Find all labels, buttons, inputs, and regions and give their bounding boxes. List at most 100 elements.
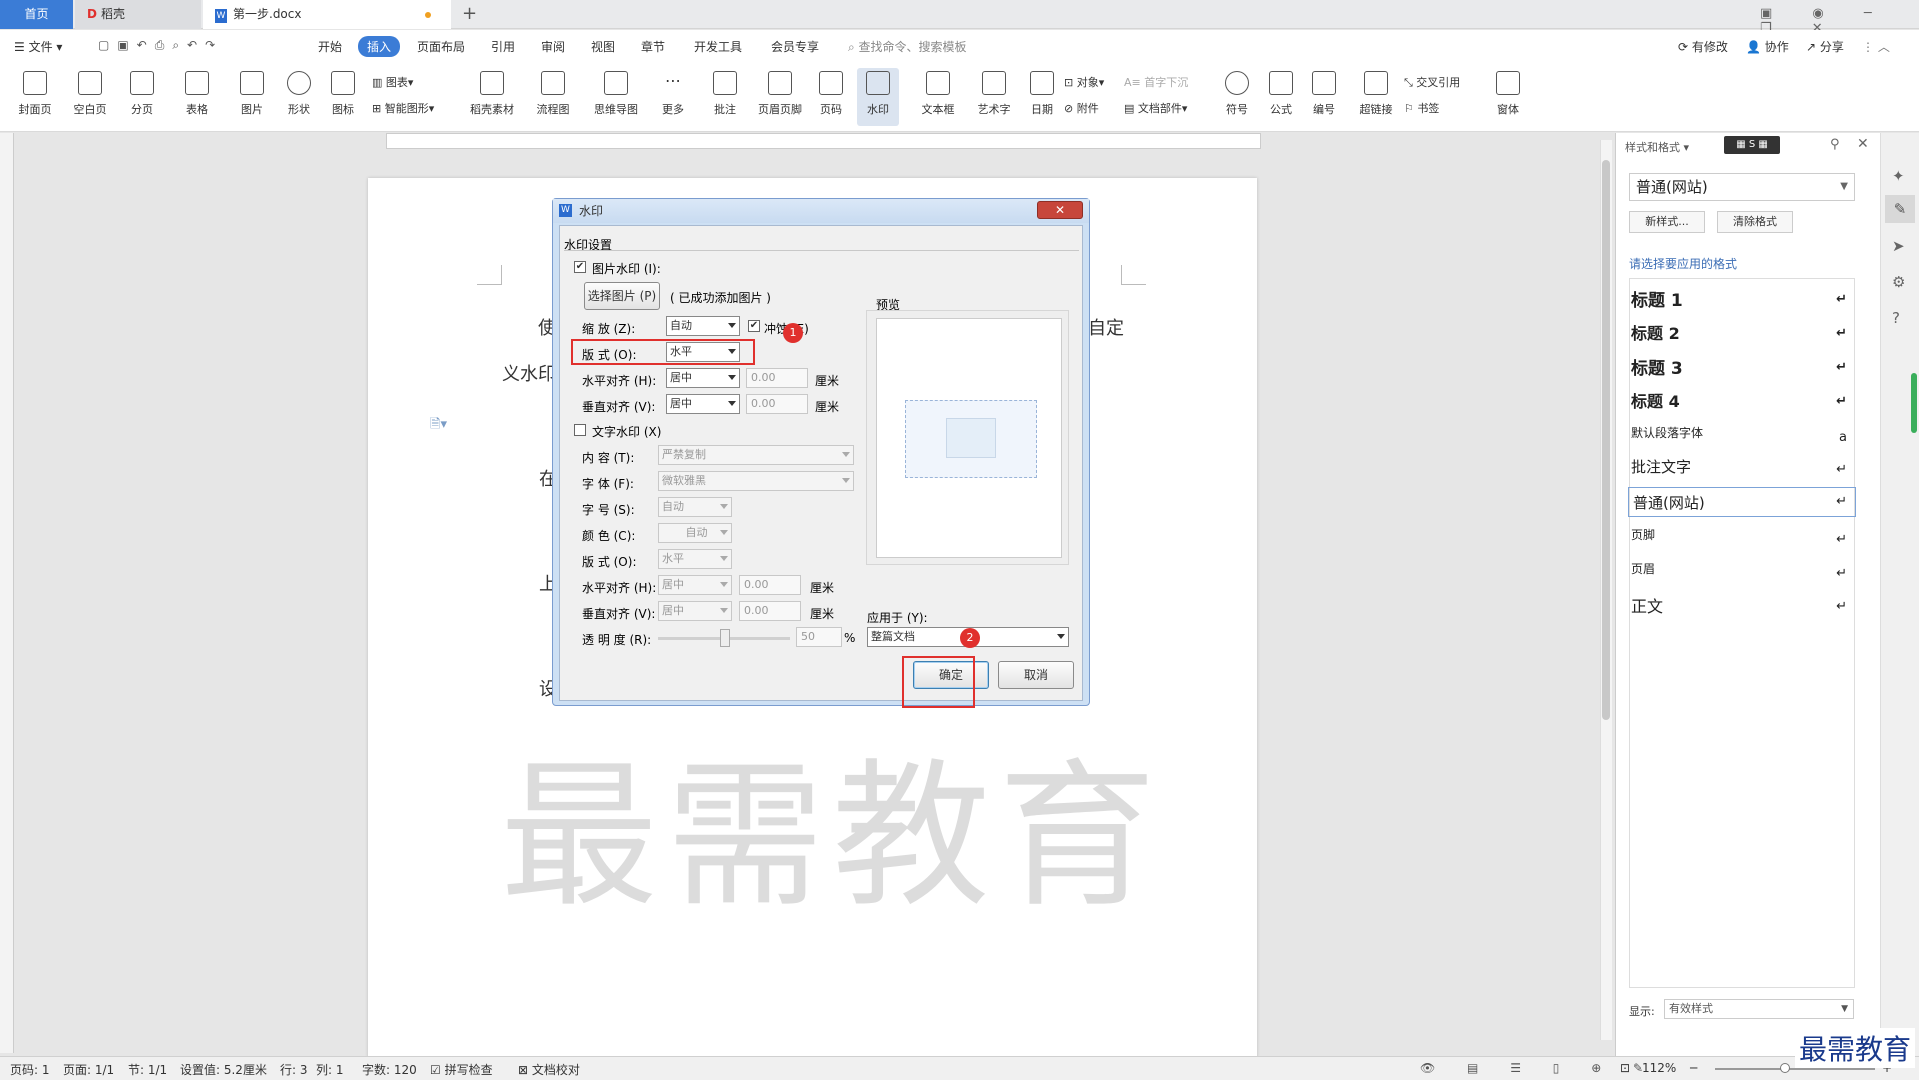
picture-watermark-checkbox[interactable]: ✔ bbox=[574, 261, 586, 273]
h-offset-input[interactable]: 0.00 bbox=[746, 368, 808, 388]
tab-daoke[interactable]: D 稻壳 bbox=[75, 0, 201, 29]
close-panel-icon[interactable]: ✕ bbox=[1857, 136, 1869, 152]
page-number-button[interactable]: 页码 bbox=[811, 68, 851, 117]
clear-format-button[interactable]: 清除格式 bbox=[1717, 211, 1793, 233]
v-offset-input[interactable]: 0.00 bbox=[746, 394, 808, 414]
settings-sliders-icon[interactable]: ⚙ bbox=[1892, 273, 1905, 291]
style-item-heading3[interactable]: 标题 3 ↵ bbox=[1631, 354, 1855, 384]
menu-reference[interactable]: 引用 bbox=[491, 38, 515, 55]
show-select[interactable]: 有效样式 ▼ bbox=[1664, 999, 1854, 1019]
has-changes-button[interactable]: ⟳ 有修改 bbox=[1678, 38, 1728, 55]
v-align-select[interactable]: 居中 bbox=[666, 394, 740, 414]
edit-style-icon[interactable]: ✎ bbox=[1885, 195, 1915, 223]
cover-page-button[interactable]: 封面页 bbox=[13, 68, 57, 117]
flowchart-button[interactable]: 流程图 bbox=[529, 68, 577, 117]
new-tab-plus-icon[interactable]: + bbox=[462, 3, 477, 24]
style-item-header[interactable]: 页眉 ↵ bbox=[1631, 560, 1855, 590]
blank-page-button[interactable]: 空白页 bbox=[68, 68, 112, 117]
h-align-select[interactable]: 居中 bbox=[666, 368, 740, 388]
icons-button[interactable]: 图标 bbox=[323, 68, 363, 117]
style-item-footer[interactable]: 页脚 ↵ bbox=[1631, 526, 1855, 556]
command-search[interactable]: ⌕ 查找命令、搜索模板 bbox=[848, 38, 967, 55]
size-select[interactable]: 自动 bbox=[658, 497, 732, 517]
chart-button[interactable]: ▥ 图表▾ bbox=[372, 74, 413, 90]
new-style-button[interactable]: 新样式... bbox=[1629, 211, 1705, 233]
tab-home[interactable]: 首页 bbox=[0, 0, 73, 29]
status-row[interactable]: 行: 3 bbox=[280, 1061, 308, 1078]
wordart-button[interactable]: 艺术字 bbox=[971, 68, 1017, 117]
file-menu[interactable]: ☰ 文件 ▾ bbox=[14, 38, 62, 55]
form-button[interactable]: 窗体 bbox=[1488, 68, 1528, 117]
status-setting[interactable]: 设置值: 5.2厘米 bbox=[180, 1061, 267, 1078]
menu-developer[interactable]: 开发工具 bbox=[694, 38, 742, 55]
style-item-heading2[interactable]: 标题 2 ↵ bbox=[1631, 320, 1855, 350]
mindmap-button[interactable]: 思维导图 bbox=[587, 68, 645, 117]
scale-select[interactable]: 自动 bbox=[666, 316, 740, 336]
status-pages[interactable]: 页面: 1/1 bbox=[63, 1061, 114, 1078]
menu-member[interactable]: 会员专享 bbox=[771, 38, 819, 55]
more-button[interactable]: ⋯ 更多 bbox=[653, 68, 693, 117]
shape-button[interactable]: 形状 bbox=[279, 68, 319, 117]
menu-insert[interactable]: 插入 bbox=[358, 36, 401, 57]
hyperlink-button[interactable]: 超链接 bbox=[1356, 68, 1396, 117]
status-section[interactable]: 节: 1/1 bbox=[128, 1061, 167, 1078]
textbox-button[interactable]: 文本框 bbox=[915, 68, 961, 117]
select-cursor-icon[interactable]: ➤ bbox=[1892, 237, 1905, 255]
font-select[interactable]: 微软雅黑 bbox=[658, 471, 854, 491]
status-page[interactable]: 页码: 1 bbox=[10, 1061, 50, 1078]
attachment-button[interactable]: ⊘ 附件 bbox=[1064, 100, 1099, 116]
collaborate-button[interactable]: 👤 协作 bbox=[1746, 38, 1789, 55]
washout-checkbox[interactable]: ✔ bbox=[748, 320, 760, 332]
proofread-button[interactable]: ⊠ 文档校对 bbox=[518, 1061, 580, 1078]
content-select[interactable]: 严禁复制 bbox=[658, 445, 854, 465]
menu-review[interactable]: 审阅 bbox=[541, 38, 565, 55]
picture-button[interactable]: 图片 bbox=[232, 68, 272, 117]
quick-access-toolbar[interactable]: ▢▣↶⎙⌕↶↷ bbox=[98, 38, 223, 53]
menu-chapter[interactable]: 章节 bbox=[641, 38, 665, 55]
numbering-button[interactable]: 编号 bbox=[1305, 68, 1343, 117]
status-word-count[interactable]: 字数: 120 bbox=[362, 1061, 417, 1078]
style-item-default-font[interactable]: 默认段落字体 a bbox=[1631, 424, 1855, 454]
menu-page-layout[interactable]: 页面布局 bbox=[417, 38, 465, 55]
transparency-slider-thumb[interactable] bbox=[720, 629, 730, 647]
zoom-level[interactable]: 112% bbox=[1642, 1061, 1676, 1075]
bookmark-button[interactable]: ⚐ 书签 bbox=[1404, 100, 1439, 116]
page-break-button[interactable]: 分页 bbox=[122, 68, 162, 117]
doc-parts-button[interactable]: ▤ 文档部件▾ bbox=[1124, 100, 1187, 116]
more-icon[interactable]: ⋮ ︿ bbox=[1862, 38, 1890, 55]
text-v-offset-input[interactable]: 0.00 bbox=[739, 601, 801, 621]
formula-button[interactable]: 公式 bbox=[1262, 68, 1300, 117]
fit-page-icon[interactable]: ⊡ bbox=[1620, 1061, 1630, 1075]
menu-start[interactable]: 开始 bbox=[318, 38, 342, 55]
cross-ref-button[interactable]: ⤡ 交叉引用 bbox=[1404, 74, 1460, 90]
text-h-offset-input[interactable]: 0.00 bbox=[739, 575, 801, 595]
choose-picture-button[interactable]: 选择图片 (P) bbox=[584, 282, 660, 310]
paste-options-icon[interactable]: 🗎▾ bbox=[430, 415, 447, 437]
menu-view[interactable]: 视图 bbox=[591, 38, 615, 55]
header-footer-button[interactable]: 页眉页脚 bbox=[754, 68, 806, 117]
share-button[interactable]: ↗ 分享 bbox=[1806, 38, 1844, 55]
text-watermark-checkbox[interactable] bbox=[574, 424, 586, 436]
style-item-comment-text[interactable]: 批注文字 ↵ bbox=[1631, 456, 1855, 486]
style-item-heading1[interactable]: 标题 1 ↵ bbox=[1631, 286, 1855, 316]
drop-cap-button[interactable]: A≡ 首字下沉 bbox=[1124, 74, 1188, 90]
dialog-close-icon[interactable]: ✕ bbox=[1037, 201, 1083, 219]
style-item-normal-web[interactable]: 普通(网站) ↵ bbox=[1628, 487, 1856, 517]
style-item-heading4[interactable]: 标题 4 ↵ bbox=[1631, 388, 1855, 418]
style-item-body[interactable]: 正文 ↵ bbox=[1631, 593, 1855, 623]
horizontal-ruler-bar[interactable] bbox=[386, 133, 1261, 149]
pin-icon[interactable]: ⚲ bbox=[1830, 137, 1840, 152]
input-method-icon[interactable]: ▦ S ▦ bbox=[1724, 136, 1780, 154]
styles-panel-title[interactable]: 样式和格式 ▾ bbox=[1625, 139, 1689, 155]
zoom-slider-thumb[interactable] bbox=[1780, 1063, 1790, 1073]
current-style-select[interactable]: 普通(网站) ▼ bbox=[1629, 173, 1855, 201]
document-scrollbar-thumb[interactable] bbox=[1602, 160, 1610, 720]
watermark-button[interactable]: 水印 bbox=[857, 68, 899, 126]
comment-button[interactable]: 批注 bbox=[705, 68, 745, 117]
help-icon[interactable]: ? bbox=[1892, 309, 1900, 327]
status-col[interactable]: 列: 1 bbox=[316, 1061, 344, 1078]
object-button[interactable]: ⊡ 对象▾ bbox=[1064, 74, 1104, 90]
panel-handle[interactable] bbox=[1911, 373, 1917, 433]
cancel-button[interactable]: 取消 bbox=[998, 661, 1074, 689]
daoke-material-button[interactable]: 稻壳素材 bbox=[466, 68, 518, 117]
